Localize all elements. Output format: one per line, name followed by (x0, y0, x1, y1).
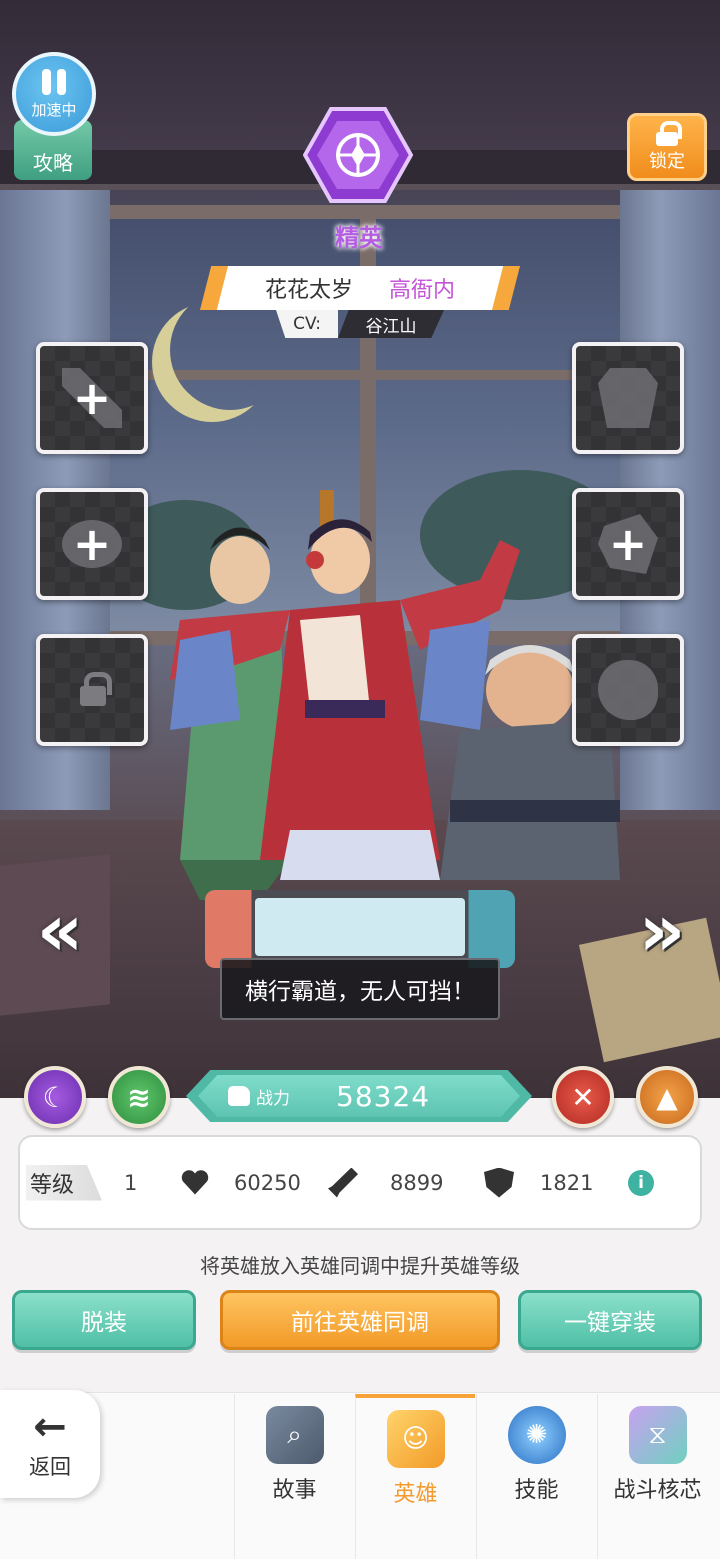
power-bar: 战力 58324 (198, 1075, 520, 1117)
goto-sync-label: 前往英雄同调 (291, 1310, 429, 1336)
hero-name: 花花太岁 (264, 278, 353, 303)
equip-slot-accessory[interactable]: + (572, 488, 684, 600)
cv-value: 谷江山 (338, 310, 444, 338)
class-icon[interactable]: ≋ (108, 1066, 170, 1128)
fist-icon (228, 1086, 250, 1106)
tab-hero-label: 英雄 (393, 1482, 438, 1507)
hero-icon: ☺ (386, 1410, 445, 1468)
story-icon: ⌕ (265, 1406, 324, 1464)
equip-slot-amulet[interactable] (572, 634, 684, 746)
level-value: 1 (124, 1170, 138, 1195)
equip-slot-locked[interactable] (36, 634, 148, 746)
power-label: 战力 (256, 1088, 290, 1109)
amulet-silhouette-icon (598, 660, 658, 720)
level-hint: 将英雄放入英雄同调中提升英雄等级 (200, 1254, 520, 1278)
equip-slot-weapon[interactable]: + (36, 342, 148, 454)
lock-button[interactable]: 锁定 (627, 113, 707, 181)
moon-faction-icon[interactable]: ☾ (24, 1066, 86, 1128)
goto-hero-sync-button[interactable]: 前往英雄同调 (220, 1290, 500, 1350)
lock-label: 锁定 (649, 151, 685, 172)
hero-quote: 横行霸道，无人可挡！ (245, 979, 475, 1005)
tab-core-label: 战斗核芯 (613, 1478, 702, 1503)
attack-value: 8899 (390, 1170, 444, 1195)
back-button[interactable]: ← 返回 (0, 1390, 100, 1498)
sword-icon (328, 1167, 358, 1198)
quick-equip-button[interactable]: 一键穿装 (518, 1290, 702, 1350)
rank-badge-icon (303, 107, 413, 203)
info-icon[interactable]: i (628, 1169, 654, 1196)
back-label: 返回 (29, 1455, 71, 1479)
shield-icon (484, 1167, 514, 1198)
platform-screen (255, 898, 465, 956)
guide-label: 攻略 (33, 151, 73, 175)
unlock-icon (656, 121, 682, 146)
hero-name-plate: 花花太岁 高衙内 (200, 266, 520, 310)
unequip-button[interactable]: 脱装 (12, 1290, 196, 1350)
cv-label: CV: (276, 310, 338, 338)
defense-value: 1821 (540, 1170, 594, 1195)
power-value: 58324 (336, 1079, 431, 1113)
add-icon: + (72, 517, 112, 571)
core-icon: ⧖ (628, 1406, 687, 1464)
add-icon: + (608, 517, 648, 571)
next-hero-arrow[interactable]: » (632, 890, 692, 970)
hero-quote-bubble: 横行霸道，无人可挡！ (220, 958, 500, 1020)
stats-card: 等级 1 60250 8899 1821 i (18, 1135, 702, 1230)
speed-label: 加速中 (31, 100, 77, 119)
speed-up-button[interactable]: 加速中 (12, 52, 96, 136)
hp-value: 60250 (234, 1170, 301, 1195)
hero-title: 高衙内 (389, 278, 456, 303)
tab-skill-label: 技能 (514, 1478, 559, 1503)
skill-icon: ✺ (507, 1406, 566, 1464)
crossed-swords-icon[interactable]: ✕ (552, 1066, 614, 1128)
armor-silhouette-icon (598, 368, 658, 428)
equip-slot-helmet[interactable]: + (36, 488, 148, 600)
hero-illustration (170, 490, 620, 900)
tab-battle-core[interactable]: ⧖ 战斗核芯 (597, 1394, 717, 1559)
heart-icon (180, 1168, 210, 1198)
equip-slot-armor[interactable] (572, 342, 684, 454)
flame-skill-icon[interactable]: ▲ (636, 1066, 698, 1128)
tab-hero[interactable]: ☺ 英雄 (355, 1394, 475, 1559)
unequip-label: 脱装 (81, 1310, 127, 1336)
tab-skill[interactable]: ✺ 技能 (476, 1394, 596, 1559)
quick-equip-label: 一键穿装 (564, 1310, 656, 1336)
level-label: 等级 (26, 1164, 102, 1201)
tab-story[interactable]: ⌕ 故事 (234, 1394, 354, 1559)
back-arrow-icon: ← (33, 1404, 67, 1450)
pause-icon (42, 68, 66, 95)
voice-actor-plate: CV: 谷江山 (276, 310, 444, 338)
rank-label: 精英 (335, 224, 383, 252)
add-icon: + (72, 371, 112, 425)
tab-story-label: 故事 (272, 1478, 317, 1503)
padlock-icon (80, 672, 112, 708)
prev-hero-arrow[interactable]: « (30, 890, 90, 970)
